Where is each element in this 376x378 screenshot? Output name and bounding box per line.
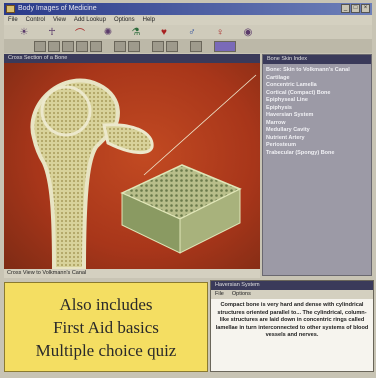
promo-line-1: Also includes: [59, 294, 153, 314]
index-title: Bone Skin Index: [263, 55, 371, 64]
index-item[interactable]: Medullary Cavity: [266, 127, 369, 135]
index-item[interactable]: Cartilage: [266, 75, 369, 83]
bone-illustration[interactable]: [4, 63, 260, 269]
popup-menu-options[interactable]: Options: [232, 290, 251, 299]
female-icon[interactable]: ♀: [206, 26, 234, 38]
cell-icon[interactable]: ✺: [94, 26, 122, 38]
male-icon[interactable]: ♂: [178, 26, 206, 38]
index-item[interactable]: Bone: Skin to Volkmann's Canal: [266, 67, 369, 75]
index-item[interactable]: Epiphysis: [266, 105, 369, 113]
window-controls: _ □ ×: [341, 4, 370, 13]
window-title: Body Images of Medicine: [18, 5, 97, 12]
index-item[interactable]: Cortical (Compact) Bone: [266, 90, 369, 98]
menu-options[interactable]: Options: [114, 15, 135, 25]
back-button[interactable]: [34, 40, 46, 52]
figure-icon[interactable]: ☥: [38, 26, 66, 38]
notes-button[interactable]: [190, 40, 202, 52]
image-viewer: Cross Section of a Bone Cross View to Vo…: [4, 54, 260, 278]
app-window: Body Images of Medicine _ □ × File Contr…: [0, 0, 376, 378]
index-item[interactable]: Epiphyseal Line: [266, 97, 369, 105]
menu-file[interactable]: File: [8, 15, 18, 25]
forward-button[interactable]: [48, 40, 60, 52]
label-pointer: [143, 74, 257, 176]
index-item[interactable]: Nutrient Artery: [266, 135, 369, 143]
index-list: Bone: Skin to Volkmann's Canal Cartilage…: [263, 64, 371, 157]
index-item[interactable]: Trabecular (Spongy) Bone: [266, 150, 369, 158]
sun-icon[interactable]: ☀: [10, 26, 38, 38]
app-icon: [6, 5, 15, 13]
quiz-button[interactable]: [214, 40, 236, 52]
promo-box: Also includes First Aid basics Multiple …: [4, 282, 208, 372]
viewer-title: Cross Section of a Bone: [4, 54, 260, 63]
index-panel: Bone Skin Index Bone: Skin to Volkmann's…: [262, 54, 372, 276]
popup-menu-file[interactable]: File: [215, 290, 224, 299]
copy-button[interactable]: [128, 40, 140, 52]
maximize-button[interactable]: □: [351, 4, 360, 13]
title-bar: Body Images of Medicine _ □ ×: [4, 3, 372, 15]
index-item[interactable]: Marrow: [266, 120, 369, 128]
popup-menu-bar: File Options: [211, 290, 373, 299]
close-button[interactable]: ×: [361, 4, 370, 13]
zoom-out-button[interactable]: [76, 40, 88, 52]
rotate-button[interactable]: [90, 40, 102, 52]
menu-bar: File Control View Add Lookup Options Hel…: [4, 15, 372, 25]
index-item[interactable]: Periosteum: [266, 142, 369, 150]
greater-trochanter: [102, 123, 154, 154]
index-item[interactable]: Haversian System: [266, 112, 369, 120]
minimize-button[interactable]: _: [341, 4, 350, 13]
popup-title: Haversian System: [211, 281, 373, 290]
femur-head: [40, 85, 92, 137]
popup-description: Compact bone is very hard and dense with…: [215, 302, 369, 339]
menu-control[interactable]: Control: [26, 15, 45, 25]
info-button[interactable]: [152, 40, 164, 52]
body-system-iconbar: ☀ ☥ ⌒ ✺ ⚗ ♥ ♂ ♀ ◉: [4, 25, 372, 40]
print-button[interactable]: [114, 40, 126, 52]
pin-icon[interactable]: ◉: [234, 26, 262, 38]
menu-add-lookup[interactable]: Add Lookup: [74, 15, 106, 25]
promo-line-3: Multiple choice quiz: [35, 340, 177, 360]
description-popup: Haversian System File Options Compact bo…: [210, 280, 374, 372]
heart-icon[interactable]: ♥: [150, 26, 178, 38]
zoom-in-button[interactable]: [62, 40, 74, 52]
index-item[interactable]: Concentric Lamella: [266, 82, 369, 90]
bone-icon[interactable]: ⌒: [66, 26, 94, 40]
flask-icon[interactable]: ⚗: [122, 26, 150, 38]
toolbar: [4, 39, 372, 53]
menu-help[interactable]: Help: [143, 15, 155, 25]
menu-view[interactable]: View: [53, 15, 66, 25]
viewer-caption: Cross View to Volkmann's Canal: [4, 269, 260, 278]
search-button[interactable]: [166, 40, 178, 52]
promo-line-2: First Aid basics: [53, 317, 159, 337]
